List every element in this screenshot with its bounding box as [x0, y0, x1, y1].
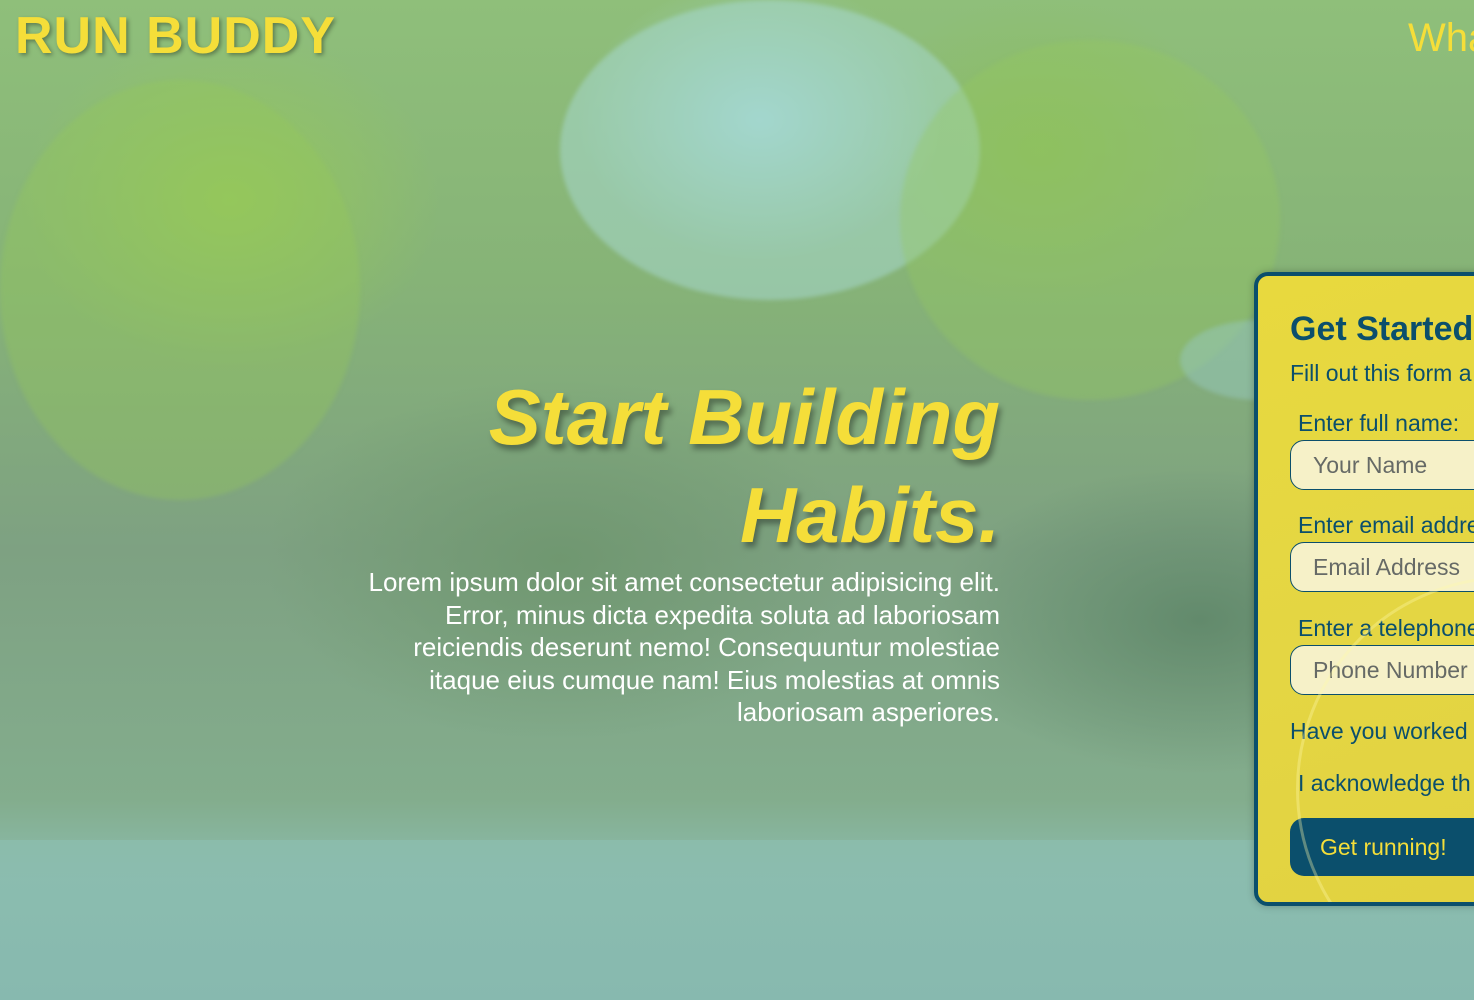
site-title: RUN BUDDY: [15, 7, 336, 65]
foliage-left: [0, 80, 360, 500]
signup-form: Get Started Fill out this form a Enter f…: [1254, 272, 1474, 906]
hero-title-line-2: Habits.: [739, 471, 1000, 559]
name-input[interactable]: [1290, 440, 1474, 490]
signup-title: Get Started: [1290, 310, 1474, 348]
hero-title-line-1: Start Building: [488, 373, 1000, 461]
email-label: Enter email addre: [1298, 512, 1474, 538]
hero-body-text: Lorem ipsum dolor sit amet consectetur a…: [368, 567, 1000, 727]
signup-subtitle: Fill out this form a: [1290, 360, 1472, 386]
worked-question-label: Have you worked: [1290, 718, 1468, 744]
acknowledge-label[interactable]: I acknowledge th: [1298, 770, 1471, 797]
road-background: [0, 840, 1474, 1000]
hero-section: Start Building Habits. Lorem ipsum dolor…: [360, 368, 1000, 729]
name-label: Enter full name:: [1298, 410, 1460, 436]
get-running-button[interactable]: Get running!: [1290, 818, 1474, 876]
landing-page: RUN BUDDY Wha Start Building Habits. Lor…: [0, 0, 1474, 1000]
phone-label: Enter a telephone: [1298, 615, 1474, 641]
phone-input[interactable]: [1290, 645, 1474, 695]
email-input[interactable]: [1290, 542, 1474, 592]
nav-link[interactable]: Wha: [1408, 16, 1474, 61]
hero-title: Start Building Habits.: [360, 368, 1000, 564]
